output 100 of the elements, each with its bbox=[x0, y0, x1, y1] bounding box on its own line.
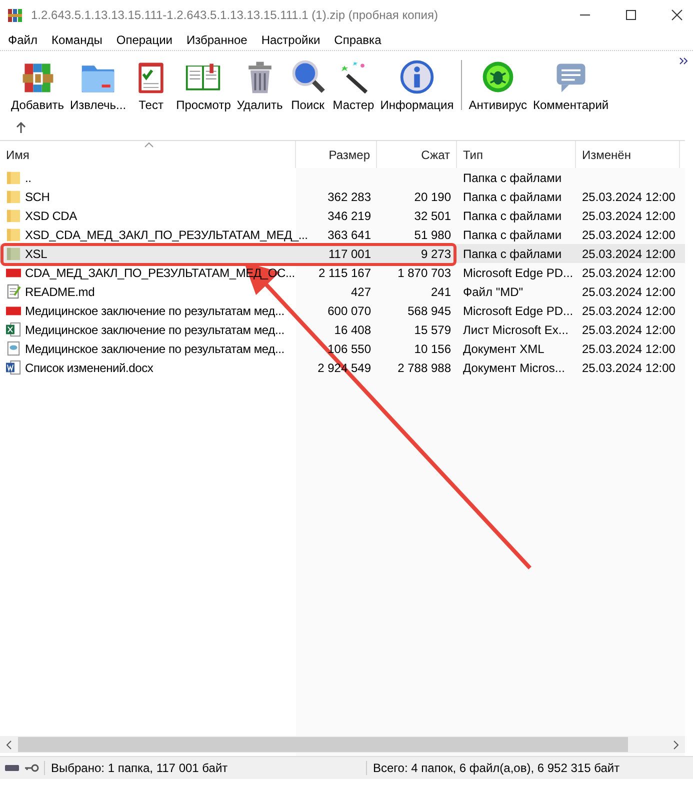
key-icon bbox=[24, 764, 40, 772]
size-cell: 16 408 bbox=[334, 322, 371, 336]
modified-cell: 25.03.2024 12:00 bbox=[582, 228, 676, 242]
status-total: Всего: 4 папок, 6 файл(а,ов), 6 952 315 байт bbox=[366, 761, 620, 775]
type-cell: Документ Micros... bbox=[463, 360, 565, 374]
packed-cell: 9 273 bbox=[420, 246, 451, 260]
toolbar-button[interactable]: Просмотр bbox=[173, 58, 234, 112]
menu-item[interactable]: Настройки bbox=[261, 33, 320, 47]
size-cell: 106 550 bbox=[328, 342, 371, 356]
file-name: XSD_CDA_МЕД_ЗАКЛ_ПО_РЕЗУЛЬТАТАМ_МЕД_... bbox=[25, 228, 308, 242]
file-name: Медицинское заключение по результатам мед... bbox=[25, 322, 284, 336]
file-icon bbox=[6, 341, 21, 356]
modified-cell: 25.03.2024 12:00 bbox=[582, 360, 676, 374]
menu-item[interactable]: Файл bbox=[8, 33, 38, 47]
menu-item[interactable]: Команды bbox=[52, 33, 102, 47]
close-icon[interactable] bbox=[671, 9, 683, 21]
file-name: README.md bbox=[25, 284, 95, 298]
packed-cell: 568 945 bbox=[408, 304, 451, 318]
type-cell: Папка с файлами bbox=[463, 246, 562, 260]
modified-cell: 25.03.2024 12:00 bbox=[582, 284, 676, 298]
modified-cell: 25.03.2024 12:00 bbox=[582, 190, 676, 204]
menu-item[interactable]: Справка bbox=[334, 33, 382, 47]
maximize-icon[interactable] bbox=[625, 9, 637, 21]
modified-cell: 25.03.2024 12:00 bbox=[582, 246, 676, 260]
size-cell: 346 219 bbox=[328, 208, 371, 222]
packed-cell: 20 190 bbox=[414, 190, 451, 204]
modified-cell: 25.03.2024 12:00 bbox=[582, 342, 676, 356]
file-name: Медицинское заключение по результатам мед... bbox=[25, 342, 284, 356]
file-icon bbox=[6, 322, 21, 337]
status-selected: Выбрано: 1 папка, 117 001 байт bbox=[44, 761, 366, 775]
column-header[interactable]: Тип bbox=[457, 141, 576, 168]
file-row[interactable]: .. Папка с файлами bbox=[0, 168, 685, 187]
type-cell: Папка с файлами bbox=[463, 208, 562, 222]
file-row[interactable]: Медицинское заключение по результатам мед... 106 550 10 156 Документ XML 25.03.2024 12:00 bbox=[0, 339, 685, 358]
column-header[interactable]: Размер bbox=[296, 141, 377, 168]
file-row[interactable]: XSD_CDA_МЕД_ЗАКЛ_ПО_РЕЗУЛЬТАТАМ_МЕД_... 363 641 51 980 Папка с файлами 25.03.2024 12:00 bbox=[0, 225, 685, 244]
toolbar-button[interactable]: Удалить bbox=[234, 58, 286, 112]
column-header[interactable]: Имя bbox=[0, 141, 296, 168]
type-cell: Папка с файлами bbox=[463, 228, 562, 242]
folder-icon bbox=[6, 246, 21, 261]
size-cell: 427 bbox=[350, 284, 371, 298]
packed-cell: 241 bbox=[430, 284, 451, 298]
folder-icon bbox=[6, 170, 21, 185]
type-cell: Microsoft Edge PD... bbox=[463, 304, 574, 318]
column-header[interactable]: Сжат bbox=[377, 141, 457, 168]
toolbar-button[interactable]: Мастер bbox=[330, 58, 378, 112]
file-row[interactable]: XSL 117 001 9 273 Папка с файлами 25.03.2024 12:00 bbox=[0, 244, 685, 263]
file-row[interactable]: XSD CDA 346 219 32 501 Папка с файлами 25.03.2024 12:00 bbox=[0, 206, 685, 225]
file-row[interactable]: SCH 362 283 20 190 Папка с файлами 25.03.2024 12:00 bbox=[0, 187, 685, 206]
type-cell: Файл "MD" bbox=[463, 284, 524, 298]
size-cell: 2 115 167 bbox=[318, 266, 371, 280]
packed-cell: 15 579 bbox=[414, 322, 451, 336]
toolbar-button[interactable]: Информация bbox=[377, 58, 457, 112]
column-header[interactable]: Изменён bbox=[576, 141, 680, 168]
file-row[interactable]: README.md 427 241 Файл "MD" 25.03.2024 12:00 bbox=[0, 282, 685, 301]
file-row[interactable]: Медицинское заключение по результатам мед... 16 408 15 579 Лист Microsoft Ex... 25.03.2024 12:00 bbox=[0, 320, 685, 339]
toolbar-button[interactable]: Извлечь... bbox=[67, 58, 130, 112]
app-icon bbox=[7, 7, 23, 23]
scroll-right-icon[interactable] bbox=[672, 740, 680, 750]
menu-item[interactable]: Операции bbox=[116, 33, 172, 47]
type-cell: Microsoft Edge PD... bbox=[463, 266, 574, 280]
file-icon bbox=[6, 360, 21, 375]
toolbar-button[interactable]: Комментарий bbox=[530, 58, 612, 112]
size-cell: 363 641 bbox=[328, 228, 371, 242]
file-name: XSL bbox=[25, 246, 48, 260]
file-name: .. bbox=[25, 170, 32, 184]
more-icon[interactable] bbox=[679, 57, 689, 65]
file-name: Медицинское заключение по результатам мед... bbox=[25, 304, 284, 318]
size-cell: 362 283 bbox=[328, 190, 371, 204]
size-cell: 600 070 bbox=[328, 304, 371, 318]
file-name: Список изменений.docx bbox=[25, 360, 154, 374]
toolbar-button[interactable]: Добавить bbox=[8, 58, 68, 112]
packed-cell: 32 501 bbox=[414, 208, 451, 222]
type-cell: Документ XML bbox=[463, 342, 544, 356]
modified-cell: 25.03.2024 12:00 bbox=[582, 322, 676, 336]
scroll-left-icon[interactable] bbox=[5, 740, 13, 750]
drive-icon bbox=[4, 764, 20, 772]
packed-cell: 2 788 988 bbox=[398, 360, 451, 374]
modified-cell: 25.03.2024 12:00 bbox=[582, 266, 676, 280]
folder-icon bbox=[6, 208, 21, 223]
file-icon bbox=[6, 284, 21, 299]
horizontal-scrollbar[interactable] bbox=[0, 736, 685, 753]
type-cell: Лист Microsoft Ex... bbox=[463, 322, 568, 336]
packed-cell: 10 156 bbox=[414, 342, 451, 356]
toolbar-button[interactable]: Антивирус bbox=[466, 58, 530, 112]
file-name: SCH bbox=[25, 190, 50, 204]
file-row[interactable]: Медицинское заключение по результатам мед... 600 070 568 945 Microsoft Edge PD... 25.03.2024 12:00 bbox=[0, 301, 685, 320]
menu-item[interactable]: Избранное bbox=[186, 33, 248, 47]
type-cell: Папка с файлами bbox=[463, 190, 562, 204]
type-cell: Папка с файлами bbox=[463, 170, 562, 184]
info-icon bbox=[398, 58, 436, 96]
toolbar-button[interactable]: Поиск bbox=[286, 58, 330, 112]
scrollbar-thumb[interactable] bbox=[18, 737, 628, 752]
modified-cell: 25.03.2024 12:00 bbox=[582, 208, 676, 222]
packed-cell: 1 870 703 bbox=[398, 266, 451, 280]
window-title: 1.2.643.5.1.13.13.15.111-1.2.643.5.1.13.13.15.111.1 (1).zip (пробная копия) bbox=[31, 8, 438, 22]
packed-cell: 51 980 bbox=[414, 228, 451, 242]
up-arrow-icon[interactable] bbox=[16, 122, 26, 134]
folder-icon bbox=[6, 189, 21, 204]
toolbar-button[interactable]: Тест bbox=[129, 58, 174, 112]
